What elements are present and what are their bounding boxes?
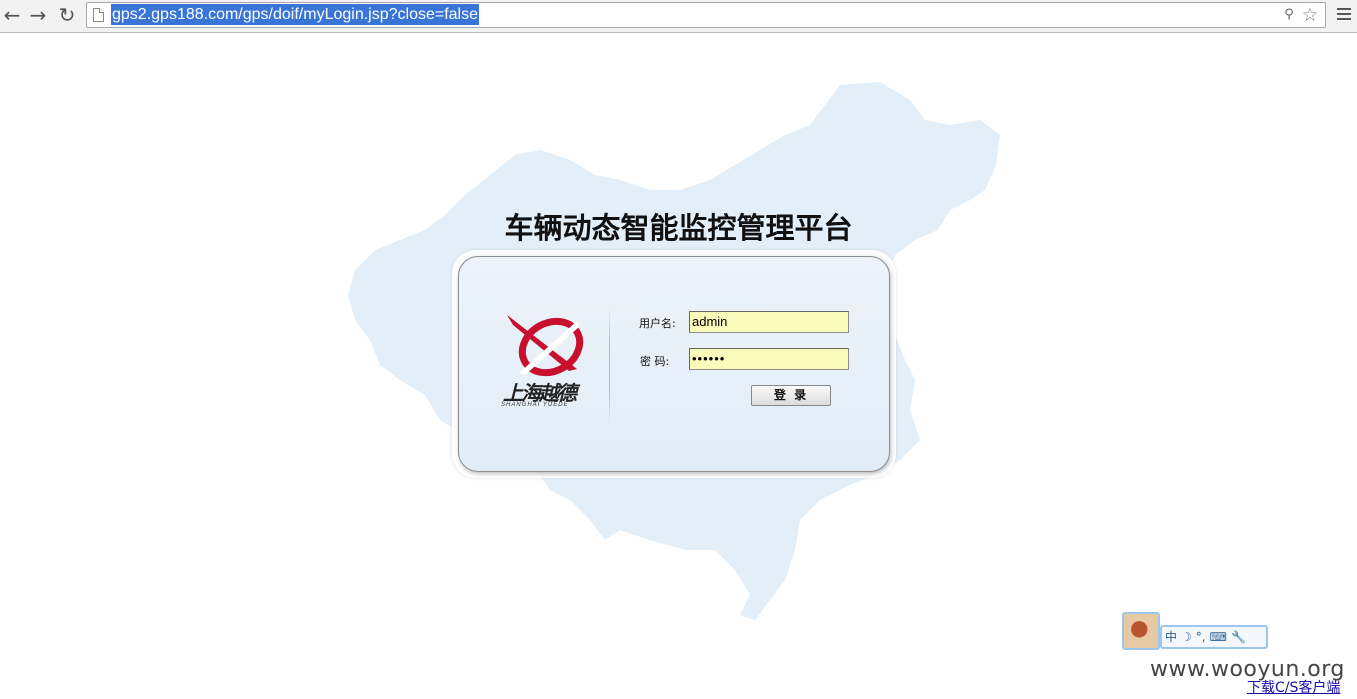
ime-avatar[interactable] (1122, 612, 1160, 650)
moon-icon[interactable]: ☽ (1181, 628, 1192, 646)
ime-toolbar[interactable]: 中 ☽ °, ⌨ 🔧 (1122, 612, 1268, 652)
login-button[interactable]: 登 录 (751, 385, 831, 406)
logo-subtext: SHANGHAI YUEDE (501, 402, 569, 408)
back-arrow-icon[interactable]: ← (0, 4, 24, 26)
bookmark-star-icon[interactable]: ☆ (1299, 4, 1321, 26)
page-title: 车辆动态智能监控管理平台 (504, 211, 853, 245)
menu-icon[interactable] (1337, 8, 1351, 22)
punctuation-icon[interactable]: °, (1196, 628, 1206, 646)
password-label: 密 码: (640, 355, 670, 368)
ime-bar[interactable]: 中 ☽ °, ⌨ 🔧 (1160, 625, 1268, 649)
password-input[interactable]: •••••• (689, 348, 849, 370)
address-bar[interactable]: gps2.gps188.com/gps/doif/myLogin.jsp?clo… (86, 2, 1326, 28)
download-client-link[interactable]: 下载C/S客户端 (1247, 677, 1340, 697)
ime-mode-label[interactable]: 中 (1165, 628, 1177, 646)
keyboard-icon[interactable]: ⌨ (1210, 628, 1227, 646)
divider (609, 307, 610, 425)
key-icon[interactable]: ⚲ (1283, 7, 1295, 23)
url-text[interactable]: gps2.gps188.com/gps/doif/myLogin.jsp?clo… (111, 4, 479, 25)
login-panel: 上海越德 SHANGHAI YUEDE 用户名: admin 密 码: ••••… (458, 256, 890, 472)
browser-toolbar: ← → ↻ gps2.gps188.com/gps/doif/myLogin.j… (0, 0, 1357, 33)
username-label: 用户名: (639, 317, 676, 330)
reload-icon[interactable]: ↻ (55, 4, 79, 26)
page-icon (93, 8, 104, 22)
username-input[interactable]: admin (689, 311, 849, 333)
forward-arrow-icon[interactable]: → (26, 4, 50, 26)
wrench-icon[interactable]: 🔧 (1231, 628, 1246, 646)
